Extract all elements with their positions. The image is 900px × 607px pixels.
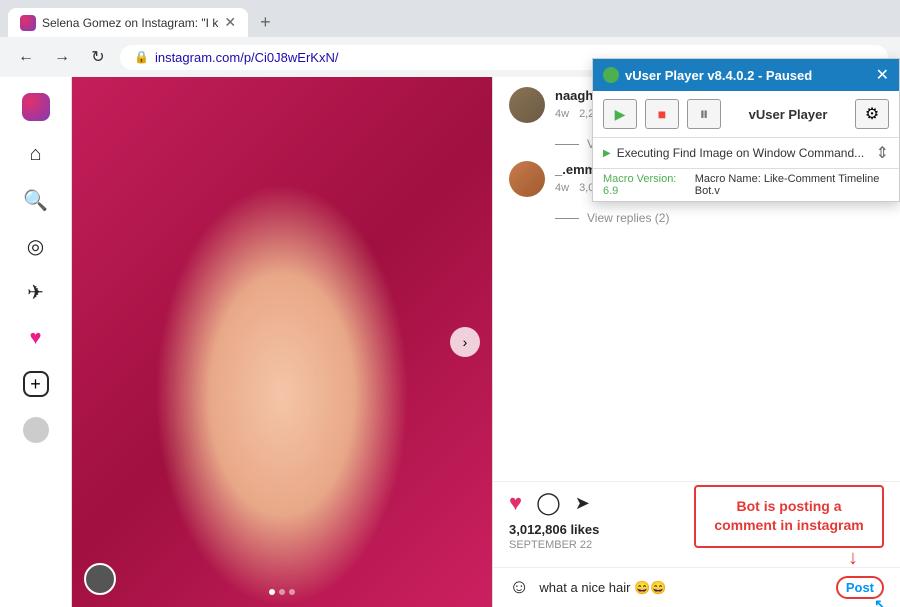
heart-icon[interactable]: ♥ [23,325,49,351]
search-icon[interactable]: 🔍 [23,187,49,213]
replies-line [555,144,579,145]
macro-name-label: Macro Name: Like-Comment Timeline Bot.v [695,173,889,197]
back-button[interactable]: ← [12,43,40,71]
home-icon[interactable]: ⌂ [23,141,49,167]
avatar [509,161,545,197]
vuser-executing: ▶ Executing Find Image on Window Command… [593,138,899,169]
vuser-title-left: vUser Player v8.4.0.2 - Paused [603,67,812,83]
comment-input[interactable] [539,580,825,595]
comment-time: 4w [555,182,569,194]
cursor-icon: ↖ [874,596,886,607]
vuser-player-overlay: vUser Player v8.4.0.2 - Paused ✕ ▶ ■ ⏸ v… [592,58,900,202]
vuser-title-text: vUser Player v8.4.0.2 - Paused [625,68,812,83]
stop-button[interactable]: ■ [645,99,679,129]
vuser-controls: ▶ ■ ⏸ vUser Player ⚙ [593,91,899,138]
add-post-button[interactable]: + [23,371,49,397]
view-replies[interactable]: View replies (2) [555,211,884,225]
bot-annotation-box: Bot is posting a comment in instagram ↓ [694,485,884,548]
user-avatar[interactable] [23,417,49,443]
browser-tab[interactable]: Selena Gomez on Instagram: "I k ✕ [8,8,248,37]
emoji-button[interactable]: ☺ [509,576,529,599]
new-tab-button[interactable]: + [252,8,279,37]
view-replies-text[interactable]: View replies (2) [587,211,669,225]
executing-text: Executing Find Image on Window Command..… [617,146,876,160]
like-button[interactable]: ♥ [509,490,522,516]
next-image-button[interactable]: › [450,327,480,357]
settings-button[interactable]: ⚙ [855,99,889,129]
explore-icon[interactable]: ◎ [23,233,49,259]
instagram-sidebar: ⌂ 🔍 ◎ ✈ ♥ + [0,77,72,607]
avatar [509,87,545,123]
bot-annotation-arrow: ↓ [848,547,858,570]
image-dots [269,589,295,595]
post-button[interactable]: Post ↖ [836,576,884,599]
comment-input-area: ☺ Post ↖ [493,567,900,607]
tab-favicon [20,15,36,31]
vuser-logo [603,67,619,83]
vuser-close-button[interactable]: ✕ [876,65,889,85]
bottom-avatar [84,563,116,595]
vuser-titlebar: vUser Player v8.4.0.2 - Paused ✕ [593,59,899,91]
vuser-footer: Macro Version: 6.9 Macro Name: Like-Comm… [593,169,899,201]
lock-icon: 🔒 [134,50,149,64]
dot-1 [269,589,275,595]
vuser-player-label: vUser Player [729,107,847,122]
refresh-button[interactable]: ↻ [84,43,112,71]
exec-play-icon: ▶ [603,148,611,159]
macro-version-label: Macro Version: 6.9 [603,173,687,197]
dot-3 [289,589,295,595]
comment-button[interactable]: ◯ [536,490,561,516]
share-button[interactable]: ➤ [575,493,590,514]
scroll-arrows[interactable]: ⇕ [876,143,889,163]
post-image-container: › [72,77,492,607]
instagram-logo[interactable] [22,93,50,121]
pause-icon: ⏸ [687,99,721,129]
photo-simulation [72,77,492,607]
replies-line [555,218,579,219]
tab-close-button[interactable]: ✕ [224,14,236,31]
forward-button[interactable]: → [48,43,76,71]
tab-bar: Selena Gomez on Instagram: "I k ✕ + [0,0,900,37]
send-icon[interactable]: ✈ [23,279,49,305]
post-image [72,77,492,607]
dot-2 [279,589,285,595]
url-text: instagram.com/p/Ci0J8wErKxN/ [155,50,339,65]
play-button[interactable]: ▶ [603,99,637,129]
tab-title: Selena Gomez on Instagram: "I k [42,16,218,30]
bot-annotation-text: Bot is posting a comment in instagram [710,497,868,536]
comment-time: 4w [555,108,569,120]
